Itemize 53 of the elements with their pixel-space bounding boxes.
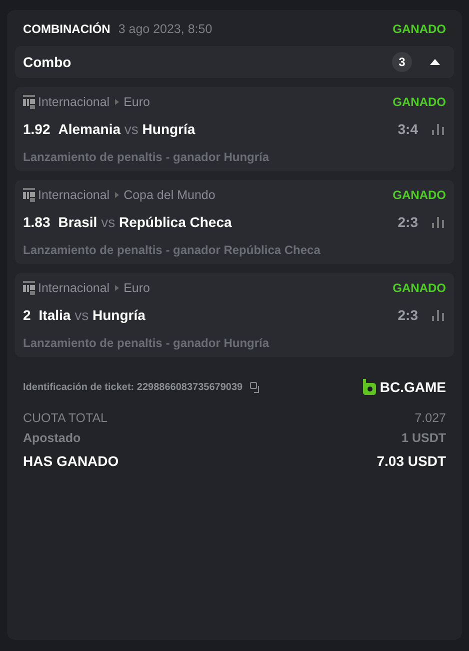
team-name: República Checa <box>118 214 232 230</box>
chevron-icon <box>114 99 119 105</box>
bet-date: 3 ago 2023, 8:50 <box>118 22 212 36</box>
bar-chart-icon[interactable] <box>432 216 444 228</box>
category-label: Internacional <box>38 188 110 202</box>
status-label: GANADO <box>392 95 446 109</box>
caret-icon[interactable] <box>430 59 440 65</box>
logo-icon <box>23 95 35 109</box>
status-label: GANADO <box>392 281 446 295</box>
score: 2:3 <box>398 214 418 230</box>
team-name: Alemania <box>58 121 120 137</box>
league-label: Euro <box>124 281 150 295</box>
category-label: Internacional <box>38 95 110 109</box>
combo-label: Combo <box>23 54 72 70</box>
odds-value: 2 <box>23 307 31 323</box>
market-text: Lanzamiento de penaltis - ganador Hungría <box>23 336 270 350</box>
logo-icon <box>23 188 35 202</box>
count-badge: 3 <box>392 52 412 72</box>
score: 2:3 <box>398 307 418 323</box>
league-label: Copa del Mundo <box>124 188 216 202</box>
bet-type: COMBINACIÓN <box>23 22 110 36</box>
status-label: GANADO <box>392 22 446 36</box>
team-name: Hungría <box>142 121 196 137</box>
summary-value: 7.03 USDT <box>376 453 446 469</box>
league-label: Euro <box>124 95 150 109</box>
chevron-icon <box>114 285 119 291</box>
odds-value: 1.92 <box>23 121 50 137</box>
summary-value: 1 USDT <box>402 431 446 445</box>
vs-label: vs <box>101 214 116 230</box>
vs-label: vs <box>74 307 89 323</box>
bar-chart-icon[interactable] <box>432 310 444 320</box>
summary-label: CUOTA TOTAL <box>23 411 108 425</box>
category-label: Internacional <box>38 281 110 295</box>
team-name: Italia <box>38 307 71 323</box>
summary-label: Apostado <box>23 431 81 445</box>
summary-label: HAS GANADO <box>23 453 119 469</box>
summary-value: 7.027 <box>414 411 446 425</box>
logo-icon <box>362 379 376 395</box>
combo-bar[interactable]: Combo 3 <box>15 46 454 78</box>
team-name: Brasil <box>58 214 98 230</box>
status-label: GANADO <box>392 188 446 202</box>
odds-value: 1.83 <box>23 214 50 230</box>
brand-name: BC.GAME <box>380 379 446 395</box>
score: 3:4 <box>398 121 418 137</box>
bar-chart-icon[interactable] <box>432 124 444 134</box>
market-text: Lanzamiento de penaltis - ganador Hungría <box>23 150 270 164</box>
vs-label: vs <box>124 121 138 137</box>
ticket-id: Identificación de ticket: 2298866083735679039 <box>23 382 243 392</box>
logo-icon <box>23 281 35 295</box>
copy-icon[interactable] <box>250 382 261 392</box>
team-name: Hungría <box>92 307 146 323</box>
chevron-icon <box>114 192 119 198</box>
market-text: Lanzamiento de penaltis - ganador República Checa <box>23 243 322 257</box>
